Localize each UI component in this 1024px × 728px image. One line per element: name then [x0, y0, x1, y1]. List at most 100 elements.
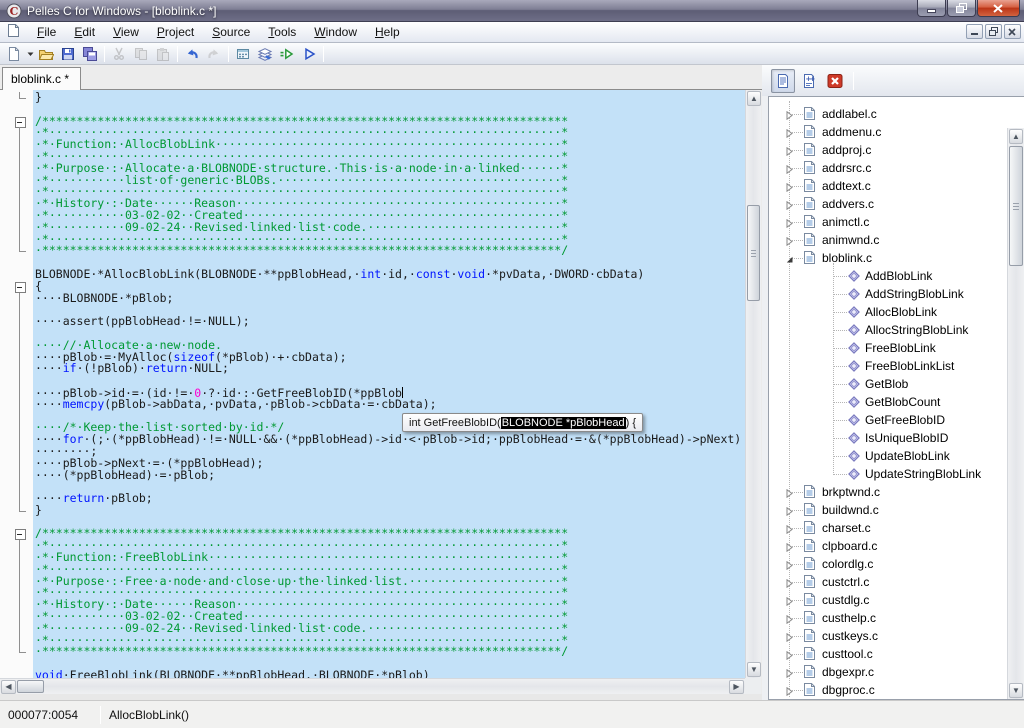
collapsed-arrow-icon[interactable] — [785, 595, 794, 609]
new-file-button[interactable] — [3, 44, 25, 64]
tree-file-colordlg-c[interactable]: colordlg.c — [769, 555, 1007, 573]
tree-item-label[interactable]: FreeBlobLinkList — [865, 359, 954, 373]
editor-vscroll-thumb[interactable] — [747, 205, 760, 301]
files-view-button[interactable] — [771, 69, 795, 93]
close-panel-button[interactable] — [823, 69, 847, 93]
tree-file-addvers-c[interactable]: addvers.c — [769, 195, 1007, 213]
tree-function-UpdateBlobLink[interactable]: UpdateBlobLink — [769, 447, 1007, 465]
tree-item-label[interactable]: GetFreeBlobID — [865, 413, 945, 427]
tree-scroll-down-button[interactable]: ▼ — [1009, 683, 1023, 698]
scroll-up-button[interactable]: ▲ — [747, 91, 761, 106]
collapsed-arrow-icon[interactable] — [785, 235, 794, 249]
tree-item-label[interactable]: GetBlob — [865, 377, 908, 391]
menu-source[interactable]: Source — [203, 23, 259, 41]
collapsed-arrow-icon[interactable] — [785, 127, 794, 141]
tree-item-label[interactable]: AllocStringBlobLink — [865, 323, 968, 337]
menu-file[interactable]: File — [28, 23, 65, 41]
tree-item-label[interactable]: addproj.c — [822, 143, 871, 157]
tree-item-label[interactable]: custtool.c — [822, 647, 873, 661]
collapsed-arrow-icon[interactable] — [785, 577, 794, 591]
scroll-right-button[interactable]: ▶ — [729, 680, 744, 694]
fold-marker-box[interactable] — [14, 281, 28, 293]
code-line-27[interactable]: ····memcpy(pBlob->abData,·pvData,·pBlob-… — [0, 399, 745, 411]
tree-file-dbgproc-c[interactable]: dbgproc.c — [769, 681, 1007, 699]
code-lines[interactable]: }/**************************************… — [0, 92, 745, 678]
tree-file-animwnd-c[interactable]: animwnd.c — [769, 231, 1007, 249]
tree-item-label[interactable]: addlabel.c — [822, 107, 877, 121]
tree-function-GetBlobCount[interactable]: GetBlobCount — [769, 393, 1007, 411]
project-tree[interactable]: addlabel.c addmenu.c addproj.c addrsrc.c add… — [768, 96, 1024, 700]
collapsed-arrow-icon[interactable] — [785, 541, 794, 555]
tree-file-custdlg-c[interactable]: custdlg.c — [769, 591, 1007, 609]
code-line-24[interactable]: ····if·(!pBlob)·return·NULL; — [0, 363, 745, 375]
tree-item-label[interactable]: addmenu.c — [822, 125, 881, 139]
tree-vscroll-thumb[interactable] — [1009, 146, 1023, 266]
editor-vscrollbar[interactable]: ▲ ▼ — [745, 90, 761, 678]
tree-file-custctrl-c[interactable]: custctrl.c — [769, 573, 1007, 591]
close-button[interactable] — [977, 0, 1020, 17]
tree-file-addproj-c[interactable]: addproj.c — [769, 141, 1007, 159]
tree-file-custtool-c[interactable]: custtool.c — [769, 645, 1007, 663]
save-file-button[interactable] — [57, 44, 79, 64]
collapsed-arrow-icon[interactable] — [785, 649, 794, 663]
tree-item-label[interactable]: colordlg.c — [822, 557, 873, 571]
tree-item-label[interactable]: custctrl.c — [822, 575, 869, 589]
tree-function-FreeBlobLink[interactable]: FreeBlobLink — [769, 339, 1007, 357]
minimize-button[interactable] — [917, 0, 946, 17]
tree-file-dbgexpr-c[interactable]: dbgexpr.c — [769, 663, 1007, 681]
tree-file-charset-c[interactable]: charset.c — [769, 519, 1007, 537]
code-line-35[interactable]: ····return·pBlob; — [0, 493, 745, 505]
fold-marker-box[interactable] — [14, 116, 28, 128]
tree-item-label[interactable]: custkeys.c — [822, 629, 878, 643]
save-all-button[interactable] — [79, 44, 101, 64]
tree-item-label[interactable]: custhelp.c — [822, 611, 876, 625]
copy-button[interactable] — [130, 44, 152, 64]
tree-item-label[interactable]: custdlg.c — [822, 593, 869, 607]
open-file-button[interactable] — [35, 44, 57, 64]
collapsed-arrow-icon[interactable] — [785, 163, 794, 177]
cut-button[interactable] — [108, 44, 130, 64]
tree-item-label[interactable]: addtext.c — [822, 179, 871, 193]
tree-function-AddBlobLink[interactable]: AddBlobLink — [769, 267, 1007, 285]
mdi-close-button[interactable] — [1004, 24, 1021, 39]
tree-item-label[interactable]: dbgproc.c — [822, 683, 875, 697]
collapsed-arrow-icon[interactable] — [785, 613, 794, 627]
tree-file-buildwnd-c[interactable]: buildwnd.c — [769, 501, 1007, 519]
collapsed-arrow-icon[interactable] — [785, 109, 794, 123]
tree-file-animctl-c[interactable]: animctl.c — [769, 213, 1007, 231]
menu-edit[interactable]: Edit — [65, 23, 104, 41]
paste-button[interactable] — [152, 44, 174, 64]
mdi-minimize-button[interactable] — [966, 24, 983, 39]
undo-button[interactable] — [181, 44, 203, 64]
code-line-18[interactable]: ····BLOBNODE·*pBlob; — [0, 293, 745, 305]
tree-function-AllocStringBlobLink[interactable]: AllocStringBlobLink — [769, 321, 1007, 339]
tree-vscrollbar[interactable]: ▲ ▼ — [1007, 128, 1024, 699]
tree-item-label[interactable]: AddStringBlobLink — [865, 287, 964, 301]
tree-item-label[interactable]: UpdateStringBlobLink — [865, 467, 981, 481]
code-line-36[interactable]: } — [0, 505, 745, 517]
tree-file-addrsrc-c[interactable]: addrsrc.c — [769, 159, 1007, 177]
collapsed-arrow-icon[interactable] — [785, 559, 794, 573]
tree-file-addmenu-c[interactable]: addmenu.c — [769, 123, 1007, 141]
menu-project[interactable]: Project — [148, 23, 203, 41]
tree-item-label[interactable]: FreeBlobLink — [865, 341, 936, 355]
collapsed-arrow-icon[interactable] — [785, 631, 794, 645]
compile-button[interactable] — [254, 44, 276, 64]
tree-item-label[interactable]: animctl.c — [822, 215, 869, 229]
collapsed-arrow-icon[interactable] — [785, 667, 794, 681]
editor-hscroll-thumb[interactable] — [17, 680, 44, 693]
menu-window[interactable]: Window — [305, 23, 366, 41]
collapsed-arrow-icon[interactable] — [785, 505, 794, 519]
add-document-button[interactable]: ++ — [797, 69, 821, 93]
tree-item-label[interactable]: IsUniqueBlobID — [865, 431, 948, 445]
code-line-30[interactable]: ····for·(;·(*ppBlobHead)·!=·NULL·&&·(*pp… — [0, 434, 745, 446]
editor-hscrollbar[interactable]: ◀ ▶ — [0, 678, 745, 694]
tree-item-label[interactable]: bloblink.c — [822, 251, 872, 265]
tree-function-UpdateStringBlobLink[interactable]: UpdateStringBlobLink — [769, 465, 1007, 483]
tree-file-brkptwnd-c[interactable]: brkptwnd.c — [769, 483, 1007, 501]
collapsed-arrow-icon[interactable] — [785, 685, 794, 699]
tree-function-AllocBlobLink[interactable]: AllocBlobLink — [769, 303, 1007, 321]
build-and-go-button[interactable] — [276, 44, 298, 64]
titlebar[interactable]: C Pelles C for Windows - [bloblink.c *] — [0, 0, 1024, 22]
restore-button[interactable] — [947, 0, 976, 17]
